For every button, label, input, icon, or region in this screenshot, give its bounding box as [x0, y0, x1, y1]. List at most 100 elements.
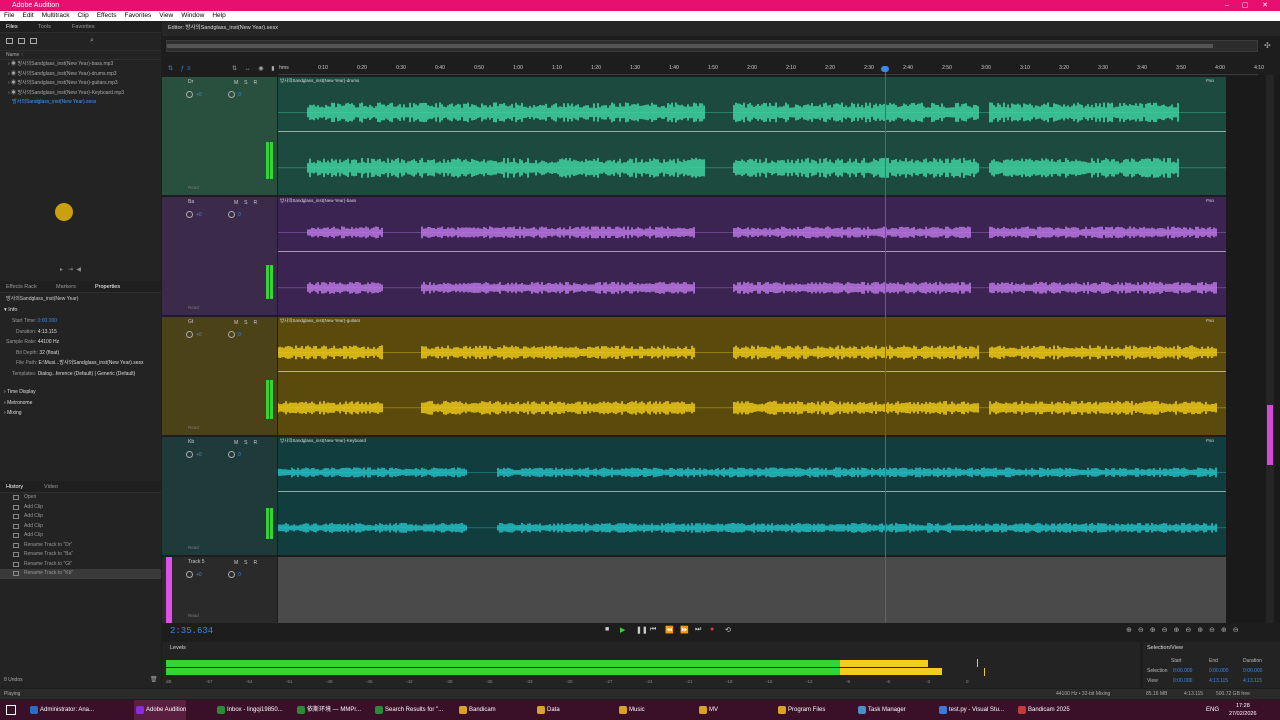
pan-knob-icon[interactable]: [228, 451, 235, 458]
menu-favorites[interactable]: Favorites: [120, 11, 155, 21]
taskbar-app[interactable]: Music: [617, 700, 645, 720]
audio-clip[interactable]: 방사의Sandglass_inst(New Year)-Keyboard Pan: [278, 437, 1226, 555]
track-name[interactable]: Kb: [188, 439, 194, 445]
section-mixing[interactable]: › Mixing: [0, 408, 161, 419]
track-header[interactable]: Track 5 M S R +0 0 Read: [162, 557, 277, 623]
file-item[interactable]: › ◉ 방사의Sandglass_inst(New Year)-drums.mp…: [0, 70, 161, 80]
view-duration[interactable]: 4:13.115: [1243, 678, 1262, 684]
insert-icon[interactable]: ⇥: [68, 267, 73, 273]
taskbar-app[interactable]: Bandicam 2025: [1016, 700, 1070, 720]
minimize-button[interactable]: –: [1218, 0, 1236, 11]
mute-solo-record-buttons[interactable]: MSR: [234, 320, 263, 326]
taskbar-app[interactable]: test.py - Visual Stu...: [937, 700, 1004, 720]
track-name[interactable]: Gt: [188, 319, 193, 325]
selection-start[interactable]: 0:00.000: [1173, 668, 1192, 674]
section-time-display[interactable]: › Time Display: [0, 387, 161, 398]
maximize-button[interactable]: ▢: [1236, 0, 1254, 11]
taskbar-app[interactable]: Administrator: Ana...: [28, 700, 94, 720]
taskbar-app[interactable]: Bandicam: [457, 700, 496, 720]
section-metronome[interactable]: › Metronome: [0, 398, 161, 409]
playhead-handle[interactable]: [881, 66, 889, 72]
file-item[interactable]: › ◉ 방사의Sandglass_inst(New Year)-bass.mp3: [0, 60, 161, 70]
history-item[interactable]: Rename Track to "Gt": [0, 560, 161, 570]
taskbar-app[interactable]: MV: [697, 700, 718, 720]
history-item[interactable]: Rename Track to "Dr": [0, 541, 161, 551]
taskbar-app[interactable]: Search Results for "...: [373, 700, 443, 720]
history-item[interactable]: Rename Track to "Ba": [0, 550, 161, 560]
tab-files[interactable]: Files: [6, 21, 18, 33]
track-header[interactable]: Kb M S R +0 0 Read: [162, 437, 277, 555]
search-icon[interactable]: ⌕: [90, 37, 94, 45]
history-item[interactable]: Add Clip: [0, 531, 161, 541]
loop-button[interactable]: ⟲: [725, 626, 731, 634]
pan-knob-icon[interactable]: [228, 91, 235, 98]
history-item[interactable]: Add Clip: [0, 522, 161, 532]
pause-button[interactable]: ❚❚: [636, 626, 648, 634]
close-button[interactable]: ✕: [1256, 0, 1274, 11]
volume-envelope-line[interactable]: [278, 251, 1226, 253]
track-header[interactable]: Gt M S R +0 0 Read: [162, 317, 277, 435]
tab-markers[interactable]: Markers: [56, 281, 76, 293]
tab-tools[interactable]: Tools: [38, 21, 51, 33]
track-name[interactable]: Ba: [188, 199, 194, 205]
import-icon[interactable]: [18, 38, 25, 44]
open-folder-icon[interactable]: [6, 38, 13, 44]
tab-video[interactable]: Video: [44, 481, 58, 493]
volume-knob-icon[interactable]: [186, 211, 193, 218]
fast-forward-button[interactable]: ⏩: [680, 626, 689, 634]
volume-envelope-line[interactable]: [278, 131, 1226, 133]
volume-knob-icon[interactable]: [186, 451, 193, 458]
play-preview-icon[interactable]: ▸: [60, 267, 63, 273]
vertical-scrollbar[interactable]: [1266, 75, 1274, 623]
volume-envelope-line[interactable]: [278, 491, 1226, 493]
selection-duration[interactable]: 0:00.000: [1243, 668, 1262, 674]
play-button[interactable]: ▶: [620, 626, 625, 634]
automation-mode[interactable]: Read: [188, 185, 199, 190]
selection-end[interactable]: 0:00.000: [1209, 668, 1228, 674]
taskbar-app[interactable]: Program Files: [776, 700, 825, 720]
playhead[interactable]: [885, 70, 886, 623]
taskbar-app[interactable]: Adobe Audition: [134, 700, 187, 720]
language-indicator[interactable]: ENG: [1206, 700, 1219, 720]
history-item[interactable]: Add Clip: [0, 512, 161, 522]
volume-value[interactable]: +0: [196, 92, 202, 98]
tab-favorites[interactable]: Favorites: [72, 21, 95, 33]
file-item-session[interactable]: 방사의Sandglass_inst(New Year).sesx: [0, 98, 161, 108]
stop-button[interactable]: ■: [605, 626, 609, 633]
audio-clip[interactable]: 방사의Sandglass_inst(New Year)-drums Pan: [278, 77, 1226, 195]
file-item[interactable]: › ◉ 방사의Sandglass_inst(New Year)-Keyboard…: [0, 89, 161, 99]
pan-value[interactable]: 0: [238, 92, 241, 98]
menu-clip[interactable]: Clip: [74, 11, 93, 21]
track-name[interactable]: Track 5: [188, 559, 204, 565]
taskbar-app[interactable]: 依斯环境 — MMPr...: [295, 700, 361, 720]
empty-track-lane[interactable]: [278, 557, 1226, 623]
pan-value[interactable]: 0: [238, 572, 241, 578]
section-info[interactable]: ▾ Info: [0, 305, 161, 316]
history-item[interactable]: Add Clip: [0, 503, 161, 513]
start-icon[interactable]: [6, 705, 16, 715]
automation-mode[interactable]: Read: [188, 425, 199, 430]
menu-edit[interactable]: Edit: [18, 11, 37, 21]
automation-mode[interactable]: Read: [188, 545, 199, 550]
menu-file[interactable]: File: [0, 11, 18, 21]
files-column-header[interactable]: Name ↑: [0, 51, 161, 60]
taskbar-app[interactable]: Inbox - lingqi19850...: [215, 700, 283, 720]
automation-mode[interactable]: Read: [188, 305, 199, 310]
pan-knob-icon[interactable]: [228, 331, 235, 338]
pan-knob-icon[interactable]: [228, 211, 235, 218]
track-name[interactable]: Dr: [188, 79, 193, 85]
mute-solo-record-buttons[interactable]: MSR: [234, 440, 263, 446]
tab-history[interactable]: History: [6, 481, 23, 493]
tab-effects-rack[interactable]: Effects Rack: [6, 281, 37, 293]
volume-knob-icon[interactable]: [186, 571, 193, 578]
rewind-button[interactable]: ⏪: [665, 626, 674, 634]
new-file-icon[interactable]: [30, 38, 37, 44]
clock-time[interactable]: 17:28: [1236, 703, 1250, 709]
automation-mode[interactable]: Read: [188, 613, 199, 618]
menu-window[interactable]: Window: [177, 11, 208, 21]
pan-value[interactable]: 0: [238, 212, 241, 218]
trash-icon[interactable]: 🗑: [150, 676, 158, 683]
menu-multitrack[interactable]: Multitrack: [38, 11, 74, 21]
volume-value[interactable]: +0: [196, 572, 202, 578]
volume-value[interactable]: +0: [196, 452, 202, 458]
